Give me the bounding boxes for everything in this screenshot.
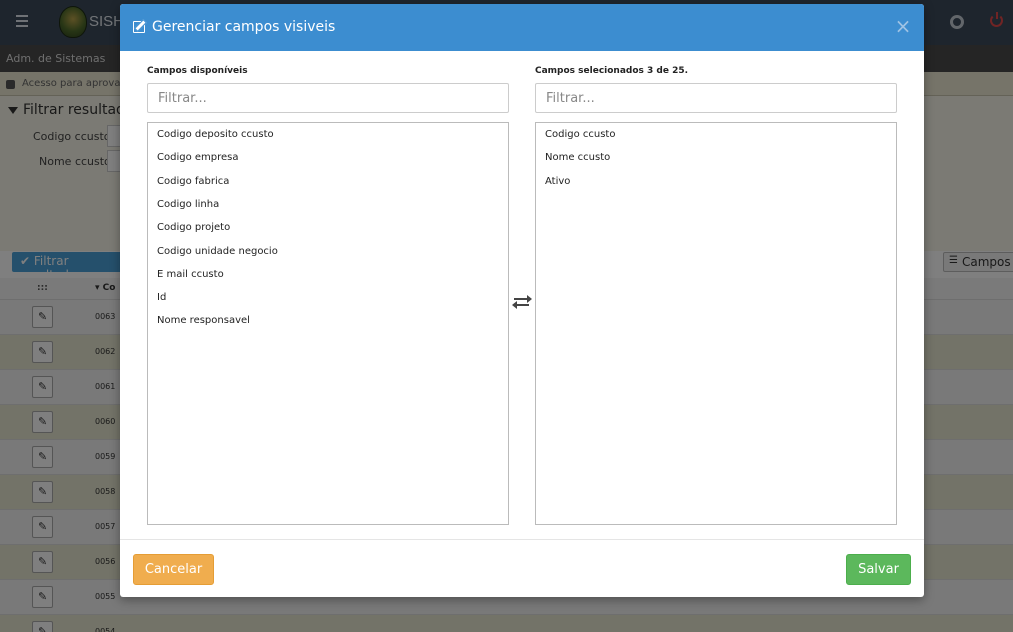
available-fields-label: Campos disponíveis	[147, 66, 248, 76]
field-list-item[interactable]: Codigo deposito ccusto	[157, 129, 274, 140]
field-list-item[interactable]: Ativo	[545, 176, 570, 187]
modal-header: Gerenciar campos visiveis ×	[120, 4, 924, 51]
modal-footer: Cancelar Salvar	[120, 539, 924, 597]
field-list-item[interactable]: Id	[157, 292, 166, 303]
field-list-item[interactable]: E mail ccusto	[157, 269, 224, 280]
available-fields-list[interactable]: Codigo deposito ccusto Codigo empresa Codi…	[147, 122, 509, 525]
field-list-item[interactable]: Codigo empresa	[157, 152, 239, 163]
selected-filter-input[interactable]	[535, 83, 897, 113]
close-button[interactable]: ×	[892, 15, 914, 37]
selected-fields-label: Campos selecionados 3 de 25.	[535, 66, 689, 76]
cancel-button[interactable]: Cancelar	[133, 554, 214, 585]
modal-title: Gerenciar campos visiveis	[152, 19, 336, 35]
selected-fields-list[interactable]: Codigo ccusto Nome ccusto Ativo	[535, 122, 897, 525]
field-list-item[interactable]: Codigo projeto	[157, 222, 230, 233]
save-button[interactable]: Salvar	[846, 554, 911, 585]
available-filter-input[interactable]	[147, 83, 509, 113]
manage-fields-modal: Gerenciar campos visiveis × Campos dispo…	[120, 4, 924, 597]
edit-icon	[133, 21, 145, 33]
field-list-item[interactable]: Codigo ccusto	[545, 129, 615, 140]
swap-icon[interactable]	[512, 295, 532, 309]
field-list-item[interactable]: Codigo unidade negocio	[157, 246, 278, 257]
field-list-item[interactable]: Codigo fabrica	[157, 176, 229, 187]
field-list-item[interactable]: Nome ccusto	[545, 152, 610, 163]
field-list-item[interactable]: Nome responsavel	[157, 315, 250, 326]
field-list-item[interactable]: Codigo linha	[157, 199, 219, 210]
